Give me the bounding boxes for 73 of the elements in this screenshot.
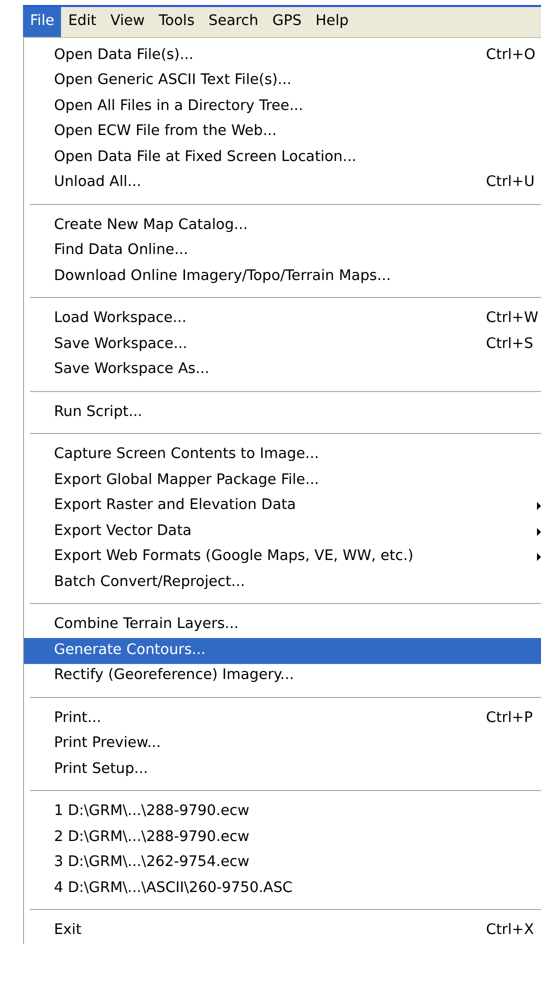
- menu-item[interactable]: Find Data Online...: [24, 238, 541, 264]
- menu-item-label: 2 D:\GRM\...\288-9790.ecw: [54, 828, 250, 847]
- menu-item-label: Create New Map Catalog...: [54, 216, 248, 235]
- menu-item[interactable]: 4 D:\GRM\...\ASCII\260-9750.ASC: [24, 876, 541, 902]
- menu-item[interactable]: Export Vector Data: [24, 519, 541, 544]
- menu-item[interactable]: 1 D:\GRM\...\288-9790.ecw: [24, 800, 541, 825]
- menu-item-label: Print...: [54, 708, 102, 728]
- menu-item[interactable]: Load Workspace... Ctrl+W: [24, 306, 541, 332]
- menu-item-label: Open ECW File from the Web...: [54, 122, 277, 142]
- menu-item-label: Batch Convert/Reproject...: [54, 572, 246, 592]
- menu-item[interactable]: 3 D:\GRM\...\262-9754.ecw: [24, 850, 541, 876]
- menu-item[interactable]: Print Preview...: [24, 732, 541, 757]
- menu-item-label: Combine Terrain Layers...: [54, 615, 239, 634]
- shortcut-label: Ctrl+X: [486, 921, 534, 940]
- menu-item-label: Run Script...: [54, 402, 142, 422]
- menu-item-label: 4 D:\GRM\...\ASCII\260-9750.ASC: [54, 878, 293, 898]
- menu-item-label: Rectify (Georeference) Imagery...: [54, 666, 294, 686]
- menu-item-label: Export Global Mapper Package File...: [54, 470, 320, 490]
- menu-item-label: Save Workspace As...: [54, 360, 210, 380]
- menu-item-label: Open Generic ASCII Text File(s)...: [54, 71, 292, 90]
- menu-item[interactable]: Open Generic ASCII Text File(s)...: [24, 68, 541, 94]
- menu-item[interactable]: Rectify (Georeference) Imagery...: [24, 664, 541, 689]
- menu-item[interactable]: 2 D:\GRM\...\288-9790.ecw: [24, 825, 541, 850]
- shortcut-label: Ctrl+P: [486, 708, 533, 728]
- menu-item[interactable]: Open ECW File from the Web...: [24, 120, 541, 145]
- menu-item[interactable]: Print Setup...: [24, 757, 541, 782]
- menu-item-label: Export Web Formats (Google Maps, VE, WW, etc.): [54, 547, 414, 566]
- menu-item[interactable]: Print... Ctrl+P: [24, 706, 541, 732]
- menu-item-label: Exit: [54, 921, 82, 940]
- menu-item-label: Export Raster and Elevation Data: [54, 496, 296, 516]
- menu-item[interactable]: Save Workspace... Ctrl+S: [24, 332, 541, 358]
- menu-bar-item[interactable]: Edit: [61, 7, 104, 37]
- menu-item[interactable]: Open All Files in a Directory Tree...: [24, 94, 541, 120]
- menu-item[interactable]: Combine Terrain Layers...: [24, 612, 541, 638]
- menu-item-label: Capture Screen Contents to Image...: [54, 445, 319, 464]
- shortcut-label: Ctrl+S: [486, 334, 534, 354]
- menu-bar-item[interactable]: Tools: [152, 7, 202, 37]
- shortcut-label: Ctrl+W: [486, 309, 538, 328]
- menu-item[interactable]: Export Web Formats (Google Maps, VE, WW, etc.): [24, 544, 541, 570]
- menu-item-label: Load Workspace...: [54, 309, 186, 328]
- menu-item[interactable]: Run Script...: [24, 400, 541, 426]
- menu-bar-item[interactable]: View: [103, 7, 152, 37]
- menu-item[interactable]: Exit Ctrl+X: [24, 918, 541, 944]
- menu-item[interactable]: Open Data File at Fixed Screen Location...: [24, 145, 541, 170]
- menu-item[interactable]: Download Online Imagery/Topo/Terrain Maps...: [24, 264, 541, 290]
- menu-bar-item[interactable]: GPS: [265, 7, 309, 37]
- menu-item[interactable]: Export Raster and Elevation Data: [24, 494, 541, 519]
- menu-item-label: Find Data Online...: [54, 241, 188, 260]
- menu-item-label: Open Data File(s)...: [54, 46, 194, 65]
- shortcut-label: Ctrl+U: [486, 173, 535, 192]
- menu-item[interactable]: Open Data File(s)... Ctrl+O: [24, 43, 541, 68]
- menu-item[interactable]: Generate Contours...: [24, 638, 541, 664]
- menu-item-label: Open All Files in a Directory Tree...: [54, 96, 304, 116]
- menu-bar-item[interactable]: File: [23, 7, 62, 37]
- menu-item-label: Print Preview...: [54, 734, 161, 754]
- menu-item[interactable]: Unload All... Ctrl+U: [24, 170, 541, 196]
- menu-item-label: 3 D:\GRM\...\262-9754.ecw: [54, 853, 250, 872]
- menu-item-label: Unload All...: [54, 173, 142, 192]
- menu-item-label: Open Data File at Fixed Screen Location...: [54, 148, 356, 167]
- shortcut-label: Ctrl+O: [486, 46, 536, 65]
- menu-item-label: 1 D:\GRM\...\288-9790.ecw: [54, 802, 250, 822]
- menu-item-label: Export Vector Data: [54, 522, 192, 541]
- menu-item-label: Generate Contours...: [54, 640, 206, 660]
- menu-item-label: Print Setup...: [54, 760, 148, 779]
- menu-item[interactable]: Save Workspace As...: [24, 358, 541, 383]
- menu-item[interactable]: Export Global Mapper Package File...: [24, 468, 541, 494]
- menu-item[interactable]: Capture Screen Contents to Image...: [24, 442, 541, 468]
- menu-item[interactable]: Create New Map Catalog...: [24, 213, 541, 238]
- menu-bar-item[interactable]: Search: [202, 7, 266, 37]
- menu-item-label: Save Workspace...: [54, 334, 188, 354]
- menu-item-label: Download Online Imagery/Topo/Terrain Maps...: [54, 266, 391, 286]
- menu-item[interactable]: Batch Convert/Reproject...: [24, 570, 541, 596]
- menu-bar-item[interactable]: Help: [308, 7, 356, 37]
